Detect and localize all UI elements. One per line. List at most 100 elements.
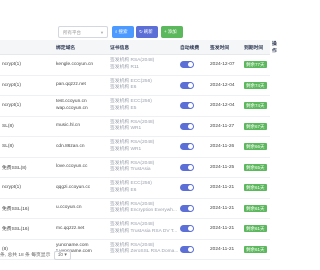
row-auto-renew-cell [178,198,208,219]
table-row[interactable]: 免费SSL(16) u.ccoyun.cn 签发机构 RSA(2048) 签发机构 E… [0,198,270,219]
row-issued: 2024-12-04 [208,75,242,96]
row-issued: 2024-12-04 [208,95,242,117]
platform-select-placeholder: 所有平台 [63,30,81,35]
row-domain: music.hl.cn [56,123,80,128]
row-issued: 2024-11-21 [208,198,242,219]
pagination-footer: 条, 总共 18 条 每页显示 10 ▾ [0,251,71,261]
row-issued: 2024-11-21 [208,218,242,240]
header-auto-renew: 自动续费 [178,40,208,55]
toolbar: 所有平台 ▼ ⌕搜索 ↻刷新 +添加 [0,26,270,40]
header-name [0,40,54,55]
row-domain: cdn.86zan.cn [56,143,85,149]
row-expiry-cell: 剩余74天 [242,95,270,117]
row-cert-info: 签发机构 ZeroSSL RSA Doma... [110,249,178,255]
search-button[interactable]: ⌕搜索 [112,26,134,38]
table-row[interactable]: 免费SSL(8) love.ccoyun.cc 签发机构 RSA(2048) 签发机构… [0,157,270,178]
auto-renew-toggle[interactable] [180,245,194,253]
row-name: ncrypt(1) [0,54,54,76]
row-auto-renew-cell [178,75,208,96]
auto-renew-toggle[interactable] [180,122,194,130]
expiry-badge: 剩余74天 [244,102,267,110]
row-cert-cell: 签发机构 RSA(2048) 签发机构 TrustAsia RSA DV T... [108,218,178,240]
row-expiry-cell: 剩余66天 [242,136,270,158]
refresh-button[interactable]: ↻刷新 [136,26,158,38]
auto-renew-toggle[interactable] [180,143,194,151]
row-issued: 2024-12-07 [208,54,242,76]
row-issued: 2024-11-21 [208,177,242,199]
row-domain-cell: love.ccoyun.cc [54,157,108,178]
row-domain-cell: qqgzi.ccoyun.cc [54,177,108,199]
table-row[interactable]: ncrypt(1) qqgzi.ccoyun.cc 签发机构 ECC(256) 签发机… [0,177,270,199]
row-expiry-cell: 剩余74天 [242,75,270,96]
row-cert-info: 签发机构 E6 [110,187,137,193]
row-auto-renew-cell [178,157,208,178]
row-domain-cell: music.hl.cn [54,116,108,137]
row-name: 免费SSL(16) [0,218,54,240]
table-row[interactable]: SL(8) cdn.86zan.cn 签发机构 RSA(2048) 签发机构 WR1 2… [0,136,270,158]
auto-renew-toggle[interactable] [180,225,194,233]
row-expiry-cell: 剩余61天 [242,177,270,199]
auto-renew-toggle[interactable] [180,102,194,110]
refresh-button-label: 刷新 [143,29,153,34]
header-domain: 绑定域名 [54,40,108,55]
row-cert-info: 签发机构 WR1 [110,126,142,132]
row-expiry-cell: 剩余77天 [242,54,270,76]
auto-renew-toggle[interactable] [180,61,194,69]
row-cert-cell: 签发机构 RSA(2048) 签发机构 WR1 [108,116,178,137]
certificate-table: 绑定域名 证书信息 自动续费 签发时间 到期时间 操作 ncrypt(1) ken… [0,40,277,260]
row-name: ncrypt(1) [0,95,54,117]
row-domain: pan.qqzzz.net [56,82,86,87]
header-expiry: 到期时间 [242,40,270,55]
table-row[interactable]: ncrypt(1) test.ccoyun.cn wap.ccoyun.cn 签发机构… [0,95,270,117]
row-name: SL(8) [0,136,54,158]
page-size-select[interactable]: 10 ▾ [53,251,71,260]
row-cert-cell: 签发机构 ECC(256) 签发机构 E5 [108,95,178,117]
row-domain: wap.ccoyun.cn [56,105,88,111]
row-auto-renew-cell [178,136,208,158]
row-domain: u.ccoyun.cn [56,205,82,210]
row-cert-cell: 签发机构 RSA(2048) 签发机构 WR1 [108,136,178,158]
row-cert-cell: 签发机构 RSA(2048) 签发机构 Encryption Everywh... [108,198,178,219]
row-domain: mc.qqzzz.net [56,225,85,231]
expiry-badge: 剩余77天 [244,61,267,69]
row-expiry-cell: 剩余61天 [242,198,270,219]
table-row[interactable]: ncrypt(1) pan.qqzzz.net 签发机构 ECC(256) 签发机构 … [0,75,270,96]
row-domain-cell: kengle.ccoyun.cn [54,54,108,76]
add-button-label: 添加 [167,29,177,34]
add-button[interactable]: +添加 [161,26,183,38]
auto-renew-toggle[interactable] [180,163,194,171]
row-auto-renew-cell [178,177,208,199]
expiry-badge: 剩余74天 [244,81,267,89]
row-name: ncrypt(1) [0,177,54,199]
plus-icon: + [164,29,167,34]
row-domain-cell: u.ccoyun.cn [54,198,108,219]
expiry-badge: 剩余61天 [244,245,267,253]
row-name: 免费SSL(8) [0,157,54,178]
expiry-badge: 剩余61天 [244,184,267,192]
refresh-icon: ↻ [139,29,143,34]
auto-renew-toggle[interactable] [180,81,194,89]
row-auto-renew-cell [178,239,208,260]
table-row[interactable]: ncrypt(1) kengle.ccoyun.cn 签发机构 RSA(2048) 签… [0,54,270,76]
table-row[interactable]: SL(8) music.hl.cn 签发机构 RSA(2048) 签发机构 WR1 20… [0,116,270,137]
row-auto-renew-cell [178,116,208,137]
row-cert-info: 签发机构 Encryption Everywh... [110,208,177,214]
row-cert-cell: 签发机构 RSA(2048) 签发机构 TrustAsia [108,157,178,178]
row-cert-info: 签发机构 E6 [110,85,137,91]
row-auto-renew-cell [178,95,208,117]
expiry-badge: 剩余61天 [244,225,267,233]
row-cert-info: 签发机构 E5 [110,105,137,111]
expiry-badge: 剩余67天 [244,122,267,130]
expiry-badge: 剩余65天 [244,163,267,171]
row-auto-renew-cell [178,54,208,76]
row-domain: love.ccoyun.cc [56,164,88,169]
table-row[interactable]: 免费SSL(16) mc.qqzzz.net 签发机构 RSA(2048) 签发机构 … [0,218,270,240]
row-issued: 2024-11-27 [208,116,242,137]
row-domain-cell: mc.qqzzz.net [54,218,108,240]
auto-renew-toggle[interactable] [180,204,194,212]
search-button-label: 搜索 [118,29,128,34]
auto-renew-toggle[interactable] [180,184,194,192]
row-expiry-cell: 剩余61天 [242,218,270,240]
platform-select[interactable]: 所有平台 ▼ [58,26,108,38]
row-cert-cell: 签发机构 ECC(256) 签发机构 E6 [108,75,178,96]
